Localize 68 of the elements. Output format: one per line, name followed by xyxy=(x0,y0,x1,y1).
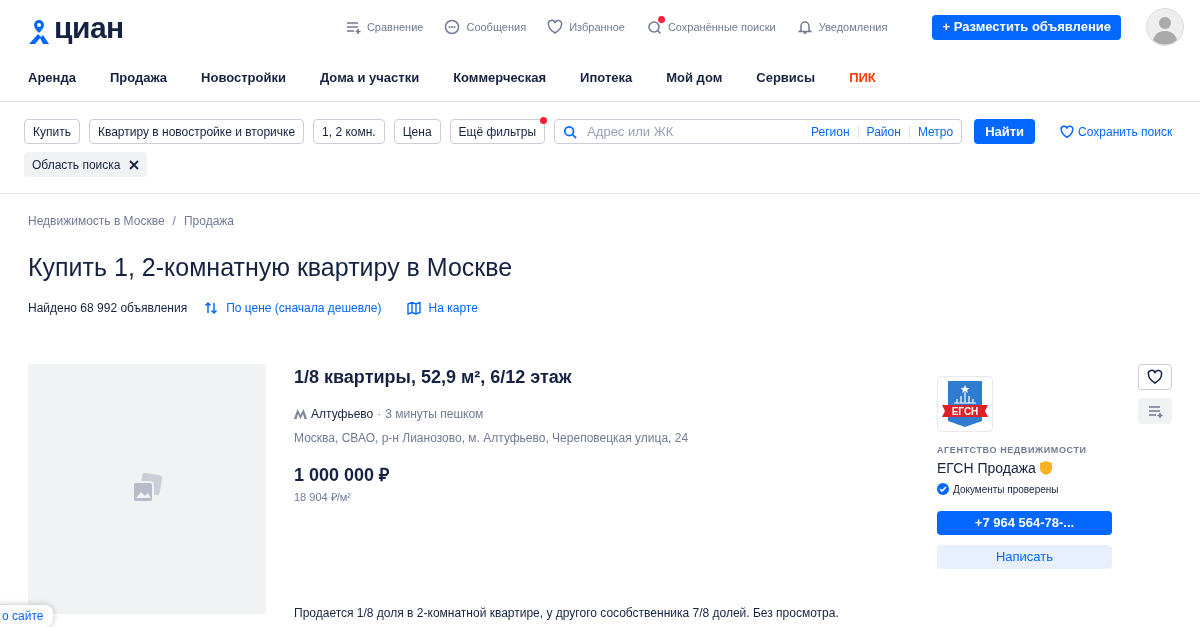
search-icon xyxy=(645,19,662,35)
agent-type: АГЕНТСТВО НЕДВИЖИМОСТИ xyxy=(937,444,1088,457)
breadcrumb-link[interactable]: Недвижимость в Москве xyxy=(28,212,165,230)
heart-icon xyxy=(547,19,564,35)
nav-link[interactable]: Сервисы xyxy=(756,67,816,88)
nav-link[interactable]: Продажа xyxy=(109,67,168,88)
nav-link[interactable]: Ипотека xyxy=(580,67,633,88)
search-link[interactable]: Регион xyxy=(811,122,850,141)
map-icon xyxy=(406,301,421,315)
compare-icon xyxy=(344,19,361,35)
heart-icon xyxy=(1147,369,1163,385)
search-field[interactable]: Адрес или ЖК Регион Район Метро xyxy=(554,119,963,144)
write-button[interactable]: Написать xyxy=(937,544,1112,569)
agent-name[interactable]: ЕГСН Продажа xyxy=(937,457,1036,479)
address: Москва, СВАО, р-н Лианозово, м. Алтуфьево, Череповецкая улица, 24 xyxy=(294,430,690,447)
header-link[interactable]: Избранное xyxy=(547,18,625,36)
heart-icon xyxy=(1060,124,1075,139)
save-search-link[interactable]: Сохранить поиск xyxy=(1060,122,1173,141)
verified-label: Документы проверены xyxy=(953,482,1059,497)
verified-icon xyxy=(937,483,949,495)
page-title: Купить 1, 2-комнатную квартиру в Москве xyxy=(28,252,514,282)
post-ad-button[interactable]: + Разместить объявление xyxy=(932,14,1121,40)
results-count: Найдено 68 992 объявления xyxy=(28,300,188,317)
search-area-chip[interactable]: Область поиска xyxy=(24,152,147,177)
feedback-tab[interactable]: о сайте xyxy=(0,605,54,627)
brand-link[interactable]: ПИК xyxy=(849,67,876,88)
header-link[interactable]: Уведомления xyxy=(796,18,888,36)
map-link[interactable]: На карте xyxy=(406,299,478,317)
chat-icon xyxy=(444,19,461,35)
walk-time: 3 минуты пешком xyxy=(385,406,484,423)
favorite-button[interactable] xyxy=(1138,364,1172,390)
breadcrumb-link[interactable]: Продажа xyxy=(183,212,234,230)
nav-link[interactable]: Дома и участки xyxy=(319,67,420,88)
description: Продается 1/8 доля в 2-комнатной квартире, у другого сособственника 7/8 долей. Без просмотра. xyxy=(294,604,840,622)
search-icon xyxy=(563,124,578,139)
filter-button[interactable]: Купить xyxy=(24,119,80,144)
nav-link[interactable]: Аренда xyxy=(28,67,76,88)
shield-icon xyxy=(1039,461,1052,475)
filter-button[interactable]: 1, 2 комн. xyxy=(313,119,385,144)
compare-button[interactable] xyxy=(1138,398,1172,424)
header-link[interactable]: Сравнение xyxy=(344,18,424,36)
compare-icon xyxy=(1147,403,1163,419)
nav-link[interactable]: Новостройки xyxy=(201,67,286,88)
phone-button[interactable]: +7 964 564-78-... xyxy=(937,510,1112,535)
nav-link[interactable]: Коммерческая xyxy=(453,67,547,88)
listing-title[interactable]: 1/8 квартиры, 52,9 м², 6/12 этаж xyxy=(294,364,937,391)
metro-station: Алтуфьево xyxy=(311,406,374,423)
search-link[interactable]: Метро xyxy=(917,122,954,141)
avatar-icon xyxy=(1146,8,1184,46)
filter-button[interactable]: Квартиру в новостройке и вторичке xyxy=(88,119,305,144)
filter-button[interactable]: Ещё фильтры xyxy=(449,119,546,144)
price-per-meter: 18 904 ₽/м² xyxy=(294,490,352,505)
filter-button[interactable]: Цена xyxy=(393,119,441,144)
logo[interactable]: циан xyxy=(28,4,124,50)
header-link[interactable]: Сообщения xyxy=(444,18,527,36)
nav-link[interactable]: Мой дом xyxy=(666,67,723,88)
sort-link[interactable]: По цене (сначала дешевле) xyxy=(204,299,382,317)
separator-dot: · xyxy=(377,406,382,423)
metro-icon xyxy=(294,409,307,419)
price: 1 000 000 ₽ xyxy=(294,464,391,487)
breadcrumb-separator: / xyxy=(172,213,176,230)
search-link[interactable]: Район xyxy=(866,122,901,141)
close-icon xyxy=(128,159,139,170)
find-button[interactable]: Найти xyxy=(974,119,1036,144)
agency-logo: ЕГСН xyxy=(940,379,990,429)
sort-icon xyxy=(204,301,219,315)
bell-icon xyxy=(796,19,813,35)
header-link[interactable]: Сохранённые поиски xyxy=(645,18,776,36)
